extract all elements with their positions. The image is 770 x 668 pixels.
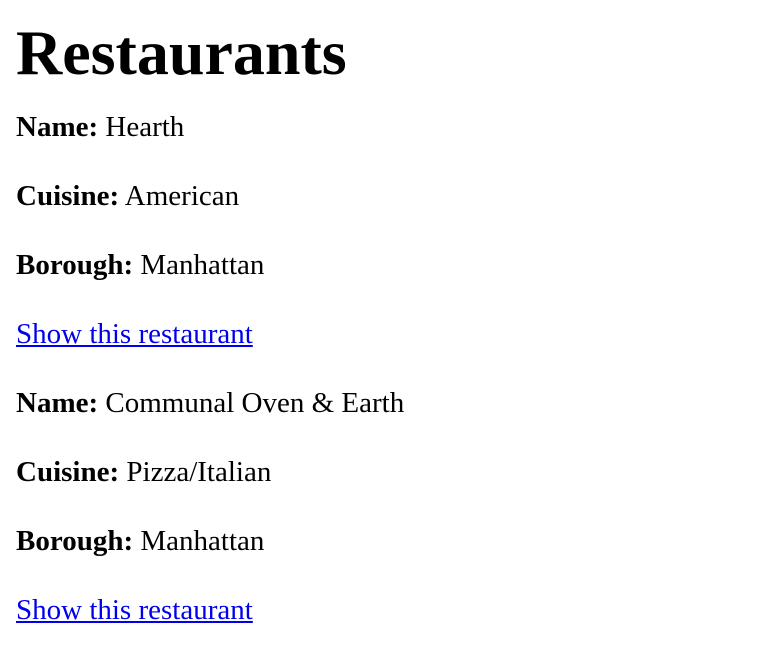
show-link-row: Show this restaurant [16, 317, 754, 351]
show-restaurant-link[interactable]: Show this restaurant [16, 594, 253, 626]
borough-label: Borough: [16, 249, 134, 281]
restaurant-name: Hearth [105, 111, 185, 143]
page-title: Restaurants [16, 17, 347, 88]
restaurant-cuisine-row: Cuisine: Pizza/Italian [16, 455, 754, 489]
restaurant-borough-row: Borough: Manhattan [16, 248, 754, 282]
show-restaurant-link[interactable]: Show this restaurant [16, 318, 253, 350]
restaurant-cuisine: Pizza/Italian [126, 456, 272, 488]
restaurant-entry: Name: Communal Oven & Earth Cuisine: Piz… [16, 386, 754, 627]
name-label: Name: [16, 111, 99, 143]
restaurant-name: Communal Oven & Earth [105, 387, 405, 419]
restaurant-cuisine-row: Cuisine: American [16, 179, 754, 213]
restaurant-cuisine: American [124, 180, 240, 212]
name-label: Name: [16, 387, 99, 419]
restaurant-entry: Name: Hearth Cuisine: American Borough: … [16, 110, 754, 351]
borough-label: Borough: [16, 525, 134, 557]
restaurant-name-row: Name: Communal Oven & Earth [16, 386, 754, 420]
show-link-row: Show this restaurant [16, 593, 754, 627]
restaurant-borough: Manhattan [140, 249, 265, 281]
cuisine-label: Cuisine: [16, 456, 120, 488]
restaurant-borough-row: Borough: Manhattan [16, 524, 754, 558]
restaurant-borough: Manhattan [140, 525, 265, 557]
restaurant-name-row: Name: Hearth [16, 110, 754, 144]
cuisine-label: Cuisine: [16, 180, 120, 212]
